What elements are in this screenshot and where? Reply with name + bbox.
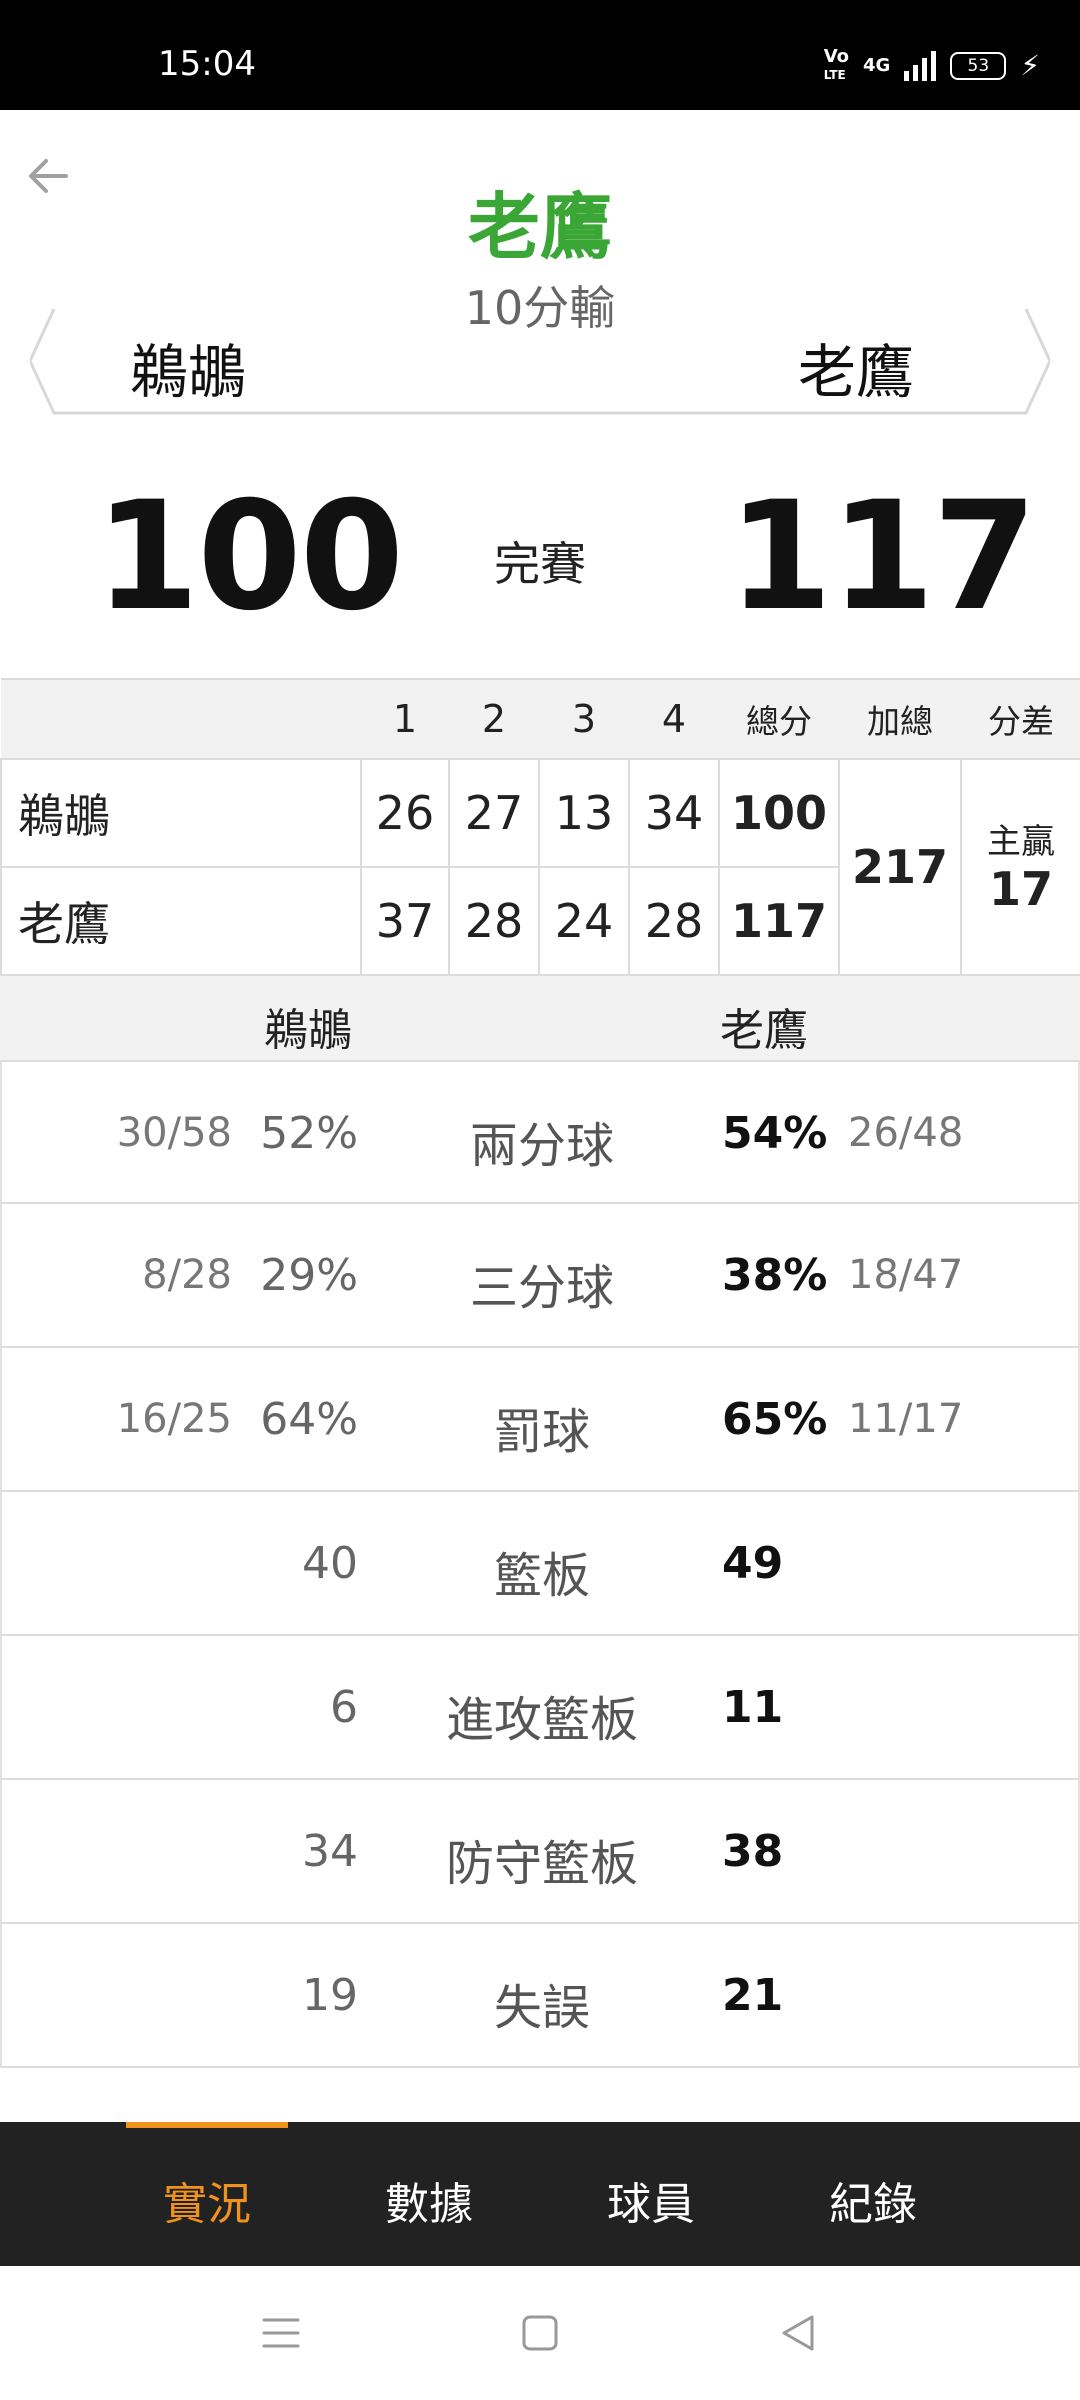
network-type: 4G xyxy=(863,55,891,76)
stat-label: 兩分球 xyxy=(469,1118,614,1174)
quarter-score: 37 xyxy=(360,866,450,976)
compare-header: 鵜鶘 老鷹 xyxy=(0,974,1080,1060)
volte-bottom-label: LTE xyxy=(823,68,846,82)
status-bar: 15:04 Vo LTE 4G 53 ⚡ xyxy=(0,0,1080,110)
stat-row: 30/58 52% 兩分球 54% 26/48 xyxy=(0,1060,1080,1204)
compare-home-team: 鵜鶘 xyxy=(264,1005,352,1056)
away-stat-value: 11 xyxy=(722,1682,784,1733)
quarter-score: 26 xyxy=(360,758,450,868)
header-q3: 3 xyxy=(539,678,629,759)
status-time: 15:04 xyxy=(158,44,256,84)
quarter-score: 13 xyxy=(538,758,630,868)
stat-comparison-list: 30/58 52% 兩分球 54% 26/48 8/28 29% 三分球 38%… xyxy=(0,1060,1080,2068)
quarter-score: 28 xyxy=(628,866,720,976)
quarter-score-table: 1 2 3 4 總分 加總 分差 鵜鶘 26 27 13 34 100 217 … xyxy=(0,678,1080,976)
back-triangle-icon[interactable] xyxy=(774,2308,824,2358)
home-stat-value: 19 xyxy=(302,1970,358,2021)
winner-team-name: 老鷹 xyxy=(467,185,612,269)
tab-players[interactable]: 球員 xyxy=(540,2168,762,2232)
header-q2: 2 xyxy=(449,678,539,759)
quarter-score: 28 xyxy=(448,866,540,976)
away-made-attempted: 26/48 xyxy=(848,1110,964,1156)
home-team-name[interactable]: 鵜鶘 xyxy=(130,325,246,409)
away-stat-value: 49 xyxy=(722,1538,784,1589)
compare-away-team: 老鷹 xyxy=(720,1005,808,1056)
tab-live[interactable]: 實況 xyxy=(96,2168,318,2232)
home-stat-value: 34 xyxy=(302,1826,358,1877)
menu-icon[interactable] xyxy=(256,2308,306,2358)
volte-indicator: Vo LTE xyxy=(824,48,849,84)
home-stat-value: 52% xyxy=(260,1108,358,1159)
header-q4: 4 xyxy=(629,678,719,759)
charging-icon: ⚡ xyxy=(1020,49,1040,82)
active-tab-indicator xyxy=(126,2122,288,2128)
table-row: 鵜鶘 26 27 13 34 100 217 主贏 17 xyxy=(0,758,1080,976)
stat-label: 三分球 xyxy=(469,1260,614,1316)
stat-label: 失誤 xyxy=(493,1980,590,2036)
stat-row: 16/25 64% 罰球 65% 11/17 xyxy=(0,1348,1080,1492)
quarter-score: 24 xyxy=(538,866,630,976)
tab-stats[interactable]: 數據 xyxy=(318,2168,540,2232)
away-stat-value: 65% xyxy=(722,1394,828,1445)
team-total: 117 xyxy=(718,866,840,976)
header-sum: 加總 xyxy=(839,678,961,759)
quarter-score: 34 xyxy=(628,758,720,868)
header-total: 總分 xyxy=(719,678,839,759)
volte-top-label: Vo xyxy=(823,46,850,67)
stat-row: 6 進攻籃板 11 xyxy=(0,1636,1080,1780)
header-q1: 1 xyxy=(361,678,449,759)
team-total: 100 xyxy=(718,758,840,868)
battery-icon: 53 xyxy=(950,52,1007,80)
quarter-score: 27 xyxy=(448,758,540,868)
combined-total: 217 xyxy=(838,758,962,976)
home-made-attempted: 8/28 xyxy=(142,1252,232,1298)
away-made-attempted: 11/17 xyxy=(848,1396,964,1442)
away-made-attempted: 18/47 xyxy=(848,1252,964,1298)
system-nav-bar xyxy=(0,2266,1080,2400)
stat-label: 防守籃板 xyxy=(445,1836,638,1892)
bottom-tab-bar: 實況 數據 球員 紀錄 xyxy=(0,2122,1080,2266)
header-empty xyxy=(1,678,361,759)
point-diff-cell: 主贏 17 xyxy=(960,758,1080,976)
home-stat-value: 40 xyxy=(302,1538,358,1589)
home-icon[interactable] xyxy=(515,2308,565,2358)
home-stat-value: 6 xyxy=(330,1682,358,1733)
home-made-attempted: 30/58 xyxy=(116,1110,232,1156)
tab-records[interactable]: 紀錄 xyxy=(762,2168,984,2232)
row-team-name: 老鷹 xyxy=(0,866,362,976)
stat-row: 40 籃板 49 xyxy=(0,1492,1080,1636)
stat-label: 進攻籃板 xyxy=(445,1692,638,1748)
away-stat-value: 21 xyxy=(722,1970,784,2021)
home-made-attempted: 16/25 xyxy=(116,1396,232,1442)
away-stat-value: 54% xyxy=(722,1108,828,1159)
away-stat-value: 38 xyxy=(722,1826,784,1877)
stat-row: 19 失誤 21 xyxy=(0,1924,1080,2068)
away-stat-value: 38% xyxy=(722,1250,828,1301)
stat-label: 籃板 xyxy=(493,1548,590,1604)
home-stat-value: 29% xyxy=(260,1250,358,1301)
diff-value: 17 xyxy=(988,862,1053,916)
row-team-name: 鵜鶘 xyxy=(0,758,362,868)
header-diff: 分差 xyxy=(961,678,1080,759)
status-icons: Vo LTE 4G 53 ⚡ xyxy=(824,48,1040,84)
away-score: 117 xyxy=(728,470,1037,644)
away-team-name[interactable]: 老鷹 xyxy=(798,325,914,409)
quarter-header-row: 1 2 3 4 總分 加總 分差 xyxy=(1,678,1080,759)
diff-label: 主贏 xyxy=(987,822,1055,862)
stat-row: 34 防守籃板 38 xyxy=(0,1780,1080,1924)
stat-row: 8/28 29% 三分球 38% 18/47 xyxy=(0,1204,1080,1348)
signal-icon xyxy=(904,51,937,81)
stat-label: 罰球 xyxy=(493,1404,590,1460)
home-stat-value: 64% xyxy=(260,1394,358,1445)
